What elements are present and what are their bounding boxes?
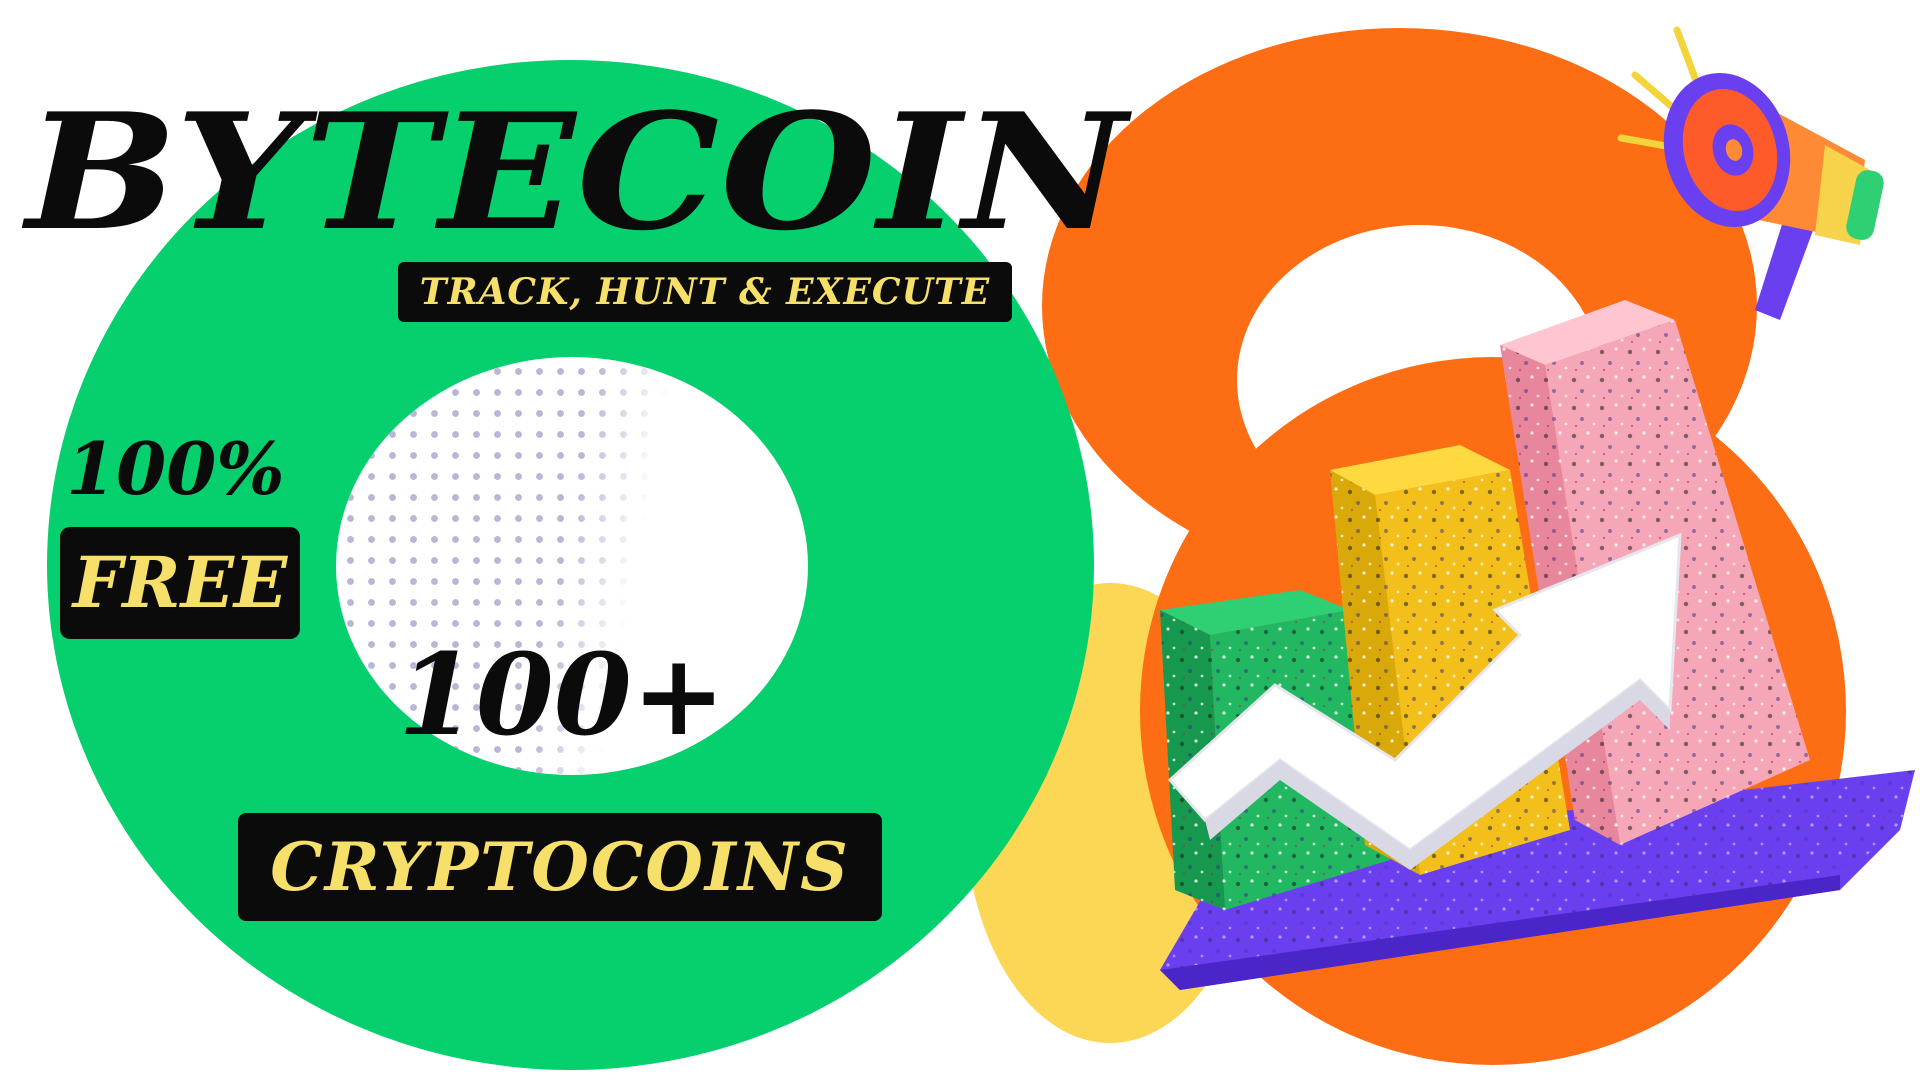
page-title: BYTECOIN xyxy=(26,78,1128,266)
coin-count: 100+ xyxy=(398,630,726,761)
bar-chart-growth-icon xyxy=(1150,290,1920,1010)
percent-label: 100% xyxy=(66,426,285,511)
free-badge: FREE xyxy=(60,527,300,639)
megaphone-icon xyxy=(1615,20,1895,330)
cryptocoins-badge: CRYPTOCOINS xyxy=(238,813,882,921)
tagline-badge: TRACK, HUNT & EXECUTE xyxy=(398,262,1012,322)
